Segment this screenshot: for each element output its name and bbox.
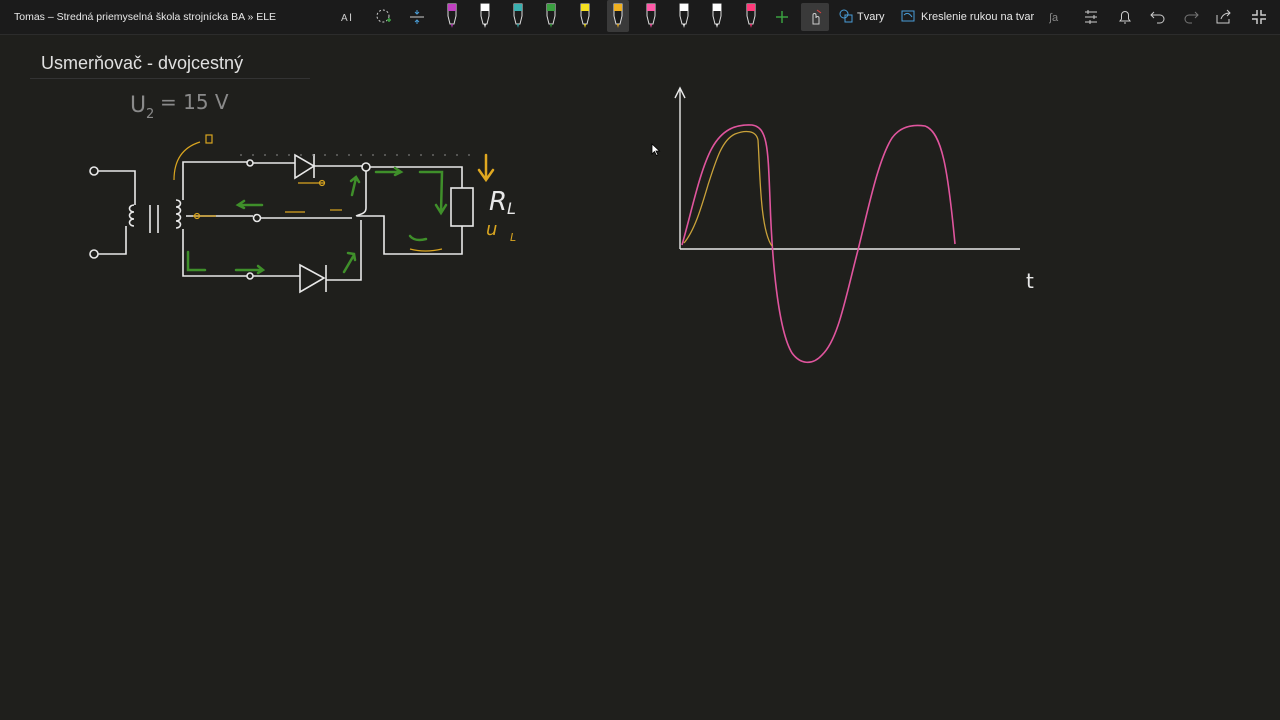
rectifier-circuit	[89, 153, 474, 294]
ink-canvas[interactable]: U 2 = 15 V R L u L t	[0, 0, 1280, 720]
voltage-value: = 15 V	[160, 90, 229, 114]
resistor-subscript: L	[507, 199, 516, 218]
sine-waveform	[681, 124, 956, 364]
mouse-cursor-icon	[651, 143, 661, 157]
voltage-label: U	[130, 93, 146, 118]
current-arrows	[186, 166, 448, 275]
load-voltage-label: u	[486, 219, 497, 240]
current-direction-arrow	[477, 153, 495, 183]
load-voltage-subscript: L	[510, 231, 516, 244]
voltage-subscript: 2	[146, 107, 154, 122]
time-axis-label: t	[1026, 269, 1034, 293]
waveform-axes	[674, 86, 1020, 250]
resistor-label: R	[489, 187, 507, 217]
annotation-strokes	[173, 134, 443, 252]
